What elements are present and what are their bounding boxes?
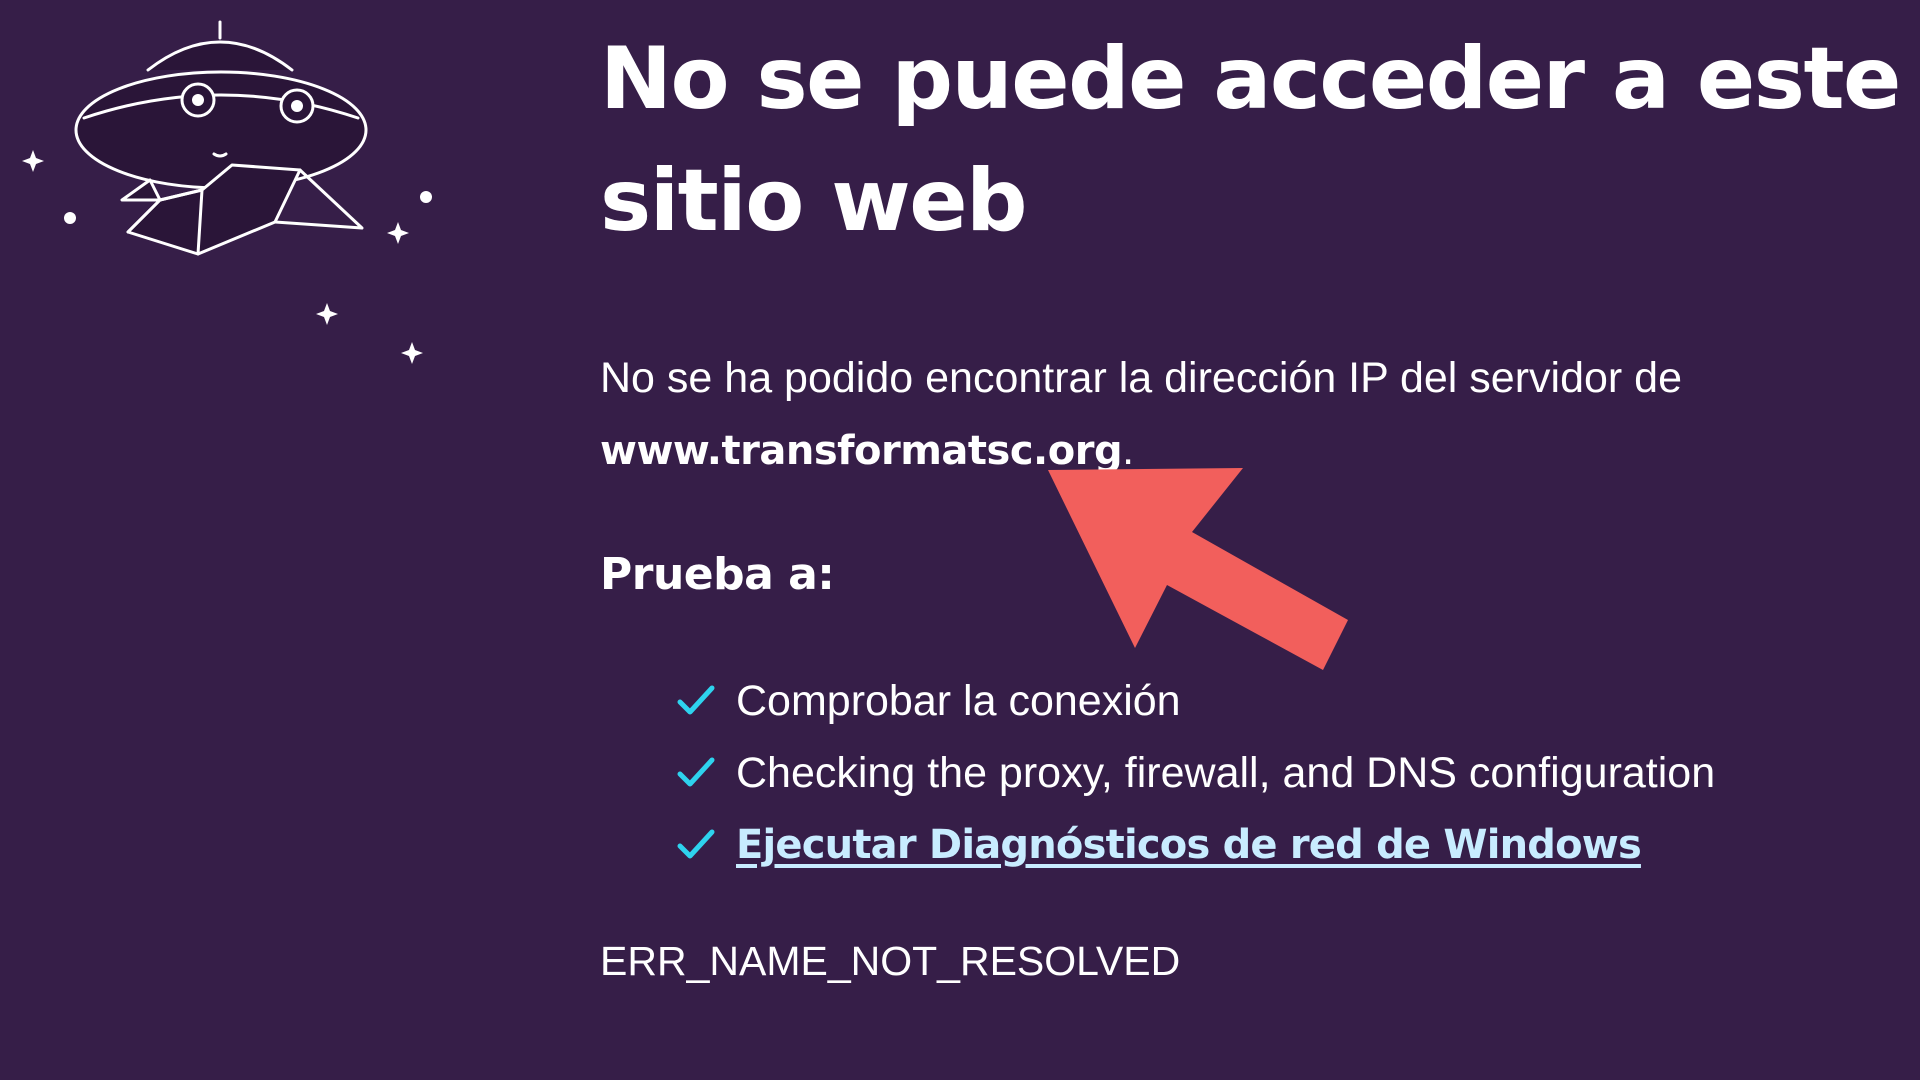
description-text: No se ha podido encontrar la dirección I… (600, 354, 1683, 402)
page-title: No se puede acceder a este sitio web (600, 29, 1901, 251)
suggestion-label: Comprobar la conexión (736, 676, 1181, 725)
checkmark-icon (676, 753, 728, 793)
checkmark-icon (676, 681, 728, 721)
suggestion-label: Checking the proxy, firewall, and DNS co… (736, 748, 1716, 797)
ufo-illustration (22, 20, 432, 364)
checkmark-icon (676, 825, 728, 865)
suggestion-check-proxy: Checking the proxy, firewall, and DNS co… (676, 737, 1910, 809)
suggestions-list: Comprobar la conexión Checking the proxy… (676, 665, 1910, 881)
arrow-pointer-icon (1048, 468, 1348, 670)
error-code: ERR_NAME_NOT_RESOLVED (600, 938, 1181, 984)
suggestion-network-diagnostics: Ejecutar Diagnósticos de red de Windows (676, 809, 1910, 881)
network-diagnostics-link[interactable]: Ejecutar Diagnósticos de red de Windows (736, 822, 1642, 868)
